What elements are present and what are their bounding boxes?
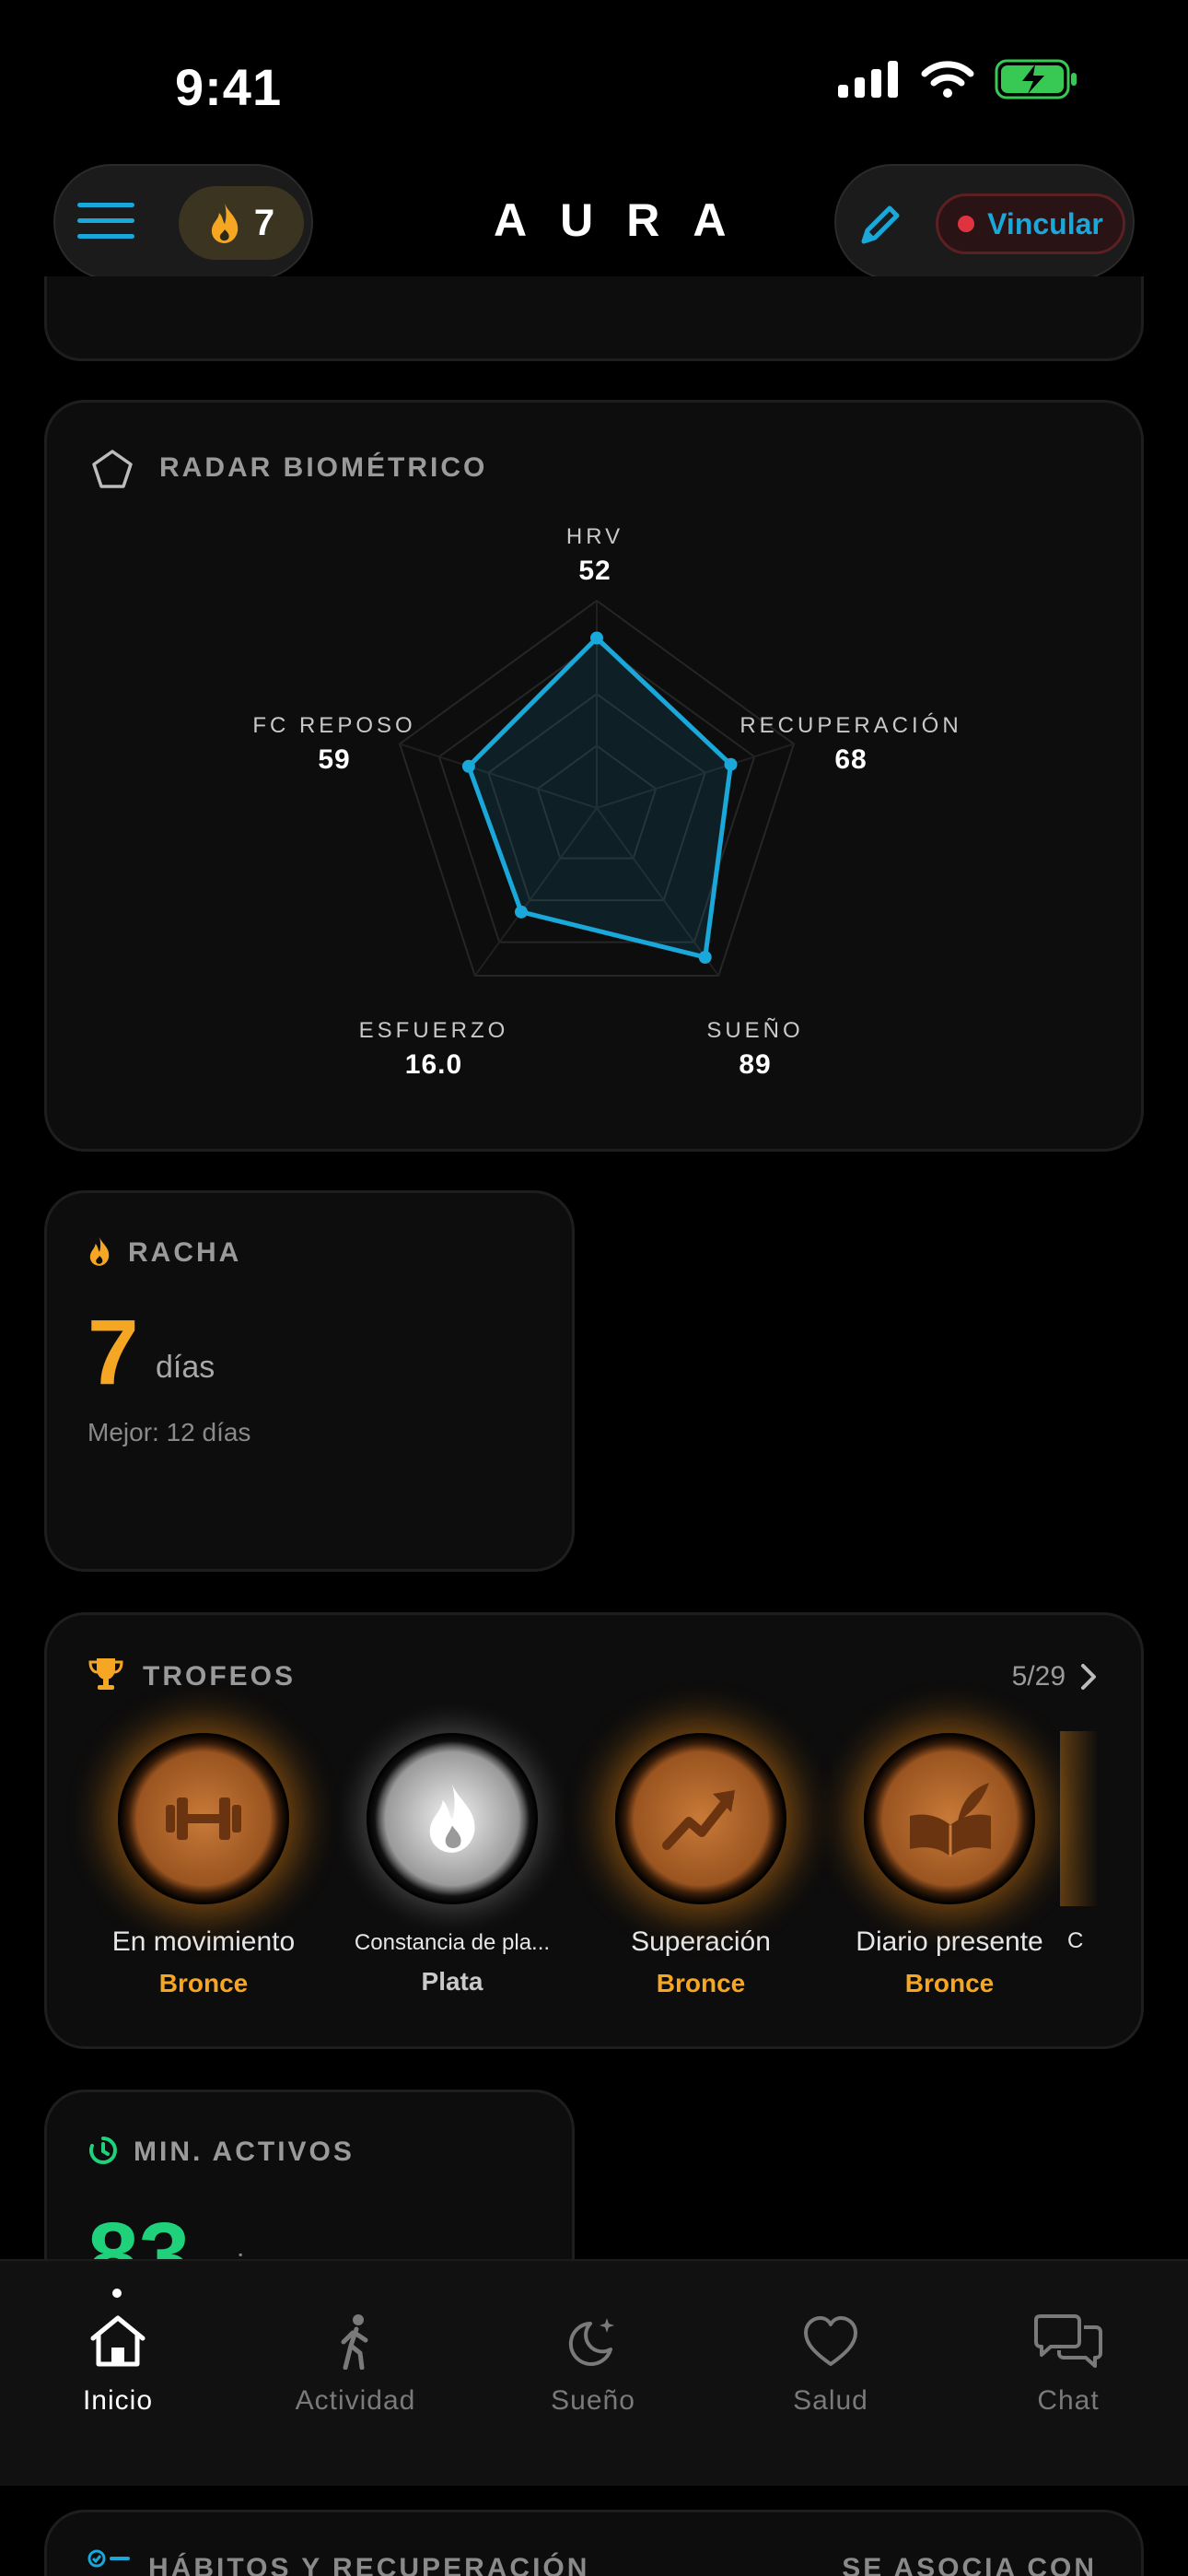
racha-best: Mejor: 12 días (87, 1418, 251, 1446)
trophy-name: Constancia de pla... (354, 1930, 551, 1955)
trophy-tier: Bronce (158, 1969, 249, 1997)
trend-up-icon (662, 1790, 735, 1850)
tab-inicio[interactable]: Inicio (26, 2289, 210, 2417)
tab-actividad[interactable]: Actividad (263, 2313, 448, 2417)
vincular-button[interactable]: Vincular (936, 193, 1125, 254)
radar-card: RADAR BIOMÉTRICO HRV 52 RECUPERACIÓN 68 SU… (44, 400, 1144, 1152)
radar-label-recuperacion: RECUPERACIÓN 68 (740, 713, 962, 775)
tab-chat[interactable]: Chat (976, 2313, 1160, 2417)
radar-series (466, 636, 734, 960)
radar-label-sueno: SUEÑO 89 (706, 1018, 804, 1080)
racha-title: RACHA (128, 1237, 242, 1268)
tab-bar: Inicio Actividad Sueño Salud Chat (0, 2259, 1188, 2486)
bronze-medal (615, 1733, 786, 1904)
streak-count: 7 (253, 202, 275, 243)
vincular-label: Vincular (987, 206, 1103, 240)
wifi-icon (921, 61, 974, 98)
tab-label: Sueño (551, 2385, 635, 2416)
header-left-pill: 7 (53, 164, 313, 280)
trophy-tier: Bronce (904, 1969, 995, 1997)
header-right-pill: Vincular (834, 164, 1135, 280)
radar-label-fc-reposo: FC REPOSO 59 (252, 713, 416, 775)
habitos-title: HÁBITOS Y RECUPERACIÓN (148, 2553, 590, 2576)
trophy-item[interactable]: En movimiento Bronce (84, 1733, 323, 1998)
connection-status-dot (958, 216, 975, 232)
cellular-signal-icon (838, 61, 898, 98)
trophy-name: C (1067, 1928, 1084, 1953)
tab-sueno[interactable]: Sueño (501, 2313, 685, 2417)
checklist-icon (87, 2549, 130, 2568)
battery-charging-icon (995, 59, 1077, 100)
menu-icon[interactable] (77, 203, 134, 241)
active-indicator (112, 2289, 122, 2298)
radar-point (461, 759, 475, 773)
trophy-item[interactable]: Superación Bronce (581, 1733, 821, 1998)
bronze-medal (118, 1733, 289, 1904)
status-icons (838, 59, 1079, 100)
trophy-tier: Plata (421, 1967, 483, 1996)
bronze-medal (864, 1733, 1035, 1904)
tab-label: Actividad (295, 2385, 416, 2416)
silver-medal (367, 1733, 538, 1904)
streak-chip[interactable]: 7 (179, 186, 304, 260)
previous-card (44, 276, 1144, 361)
app-brand: AURA (494, 194, 760, 246)
trophy-name: En movimiento (111, 1926, 296, 1957)
tab-label: Inicio (82, 2385, 154, 2416)
flame-icon (211, 204, 239, 243)
tab-label: Salud (793, 2385, 868, 2416)
tab-label: Chat (1037, 2385, 1100, 2416)
home-icon (90, 2315, 146, 2367)
trophy-item[interactable]: Diario presente Bronce (830, 1733, 1069, 1998)
racha-unit: días (156, 1350, 215, 1385)
radar-label-hrv: HRV 52 (565, 524, 624, 586)
flame-icon (429, 1784, 475, 1853)
trophy-icon (88, 1658, 123, 1690)
trophy-item-clipped[interactable]: C (1060, 1724, 1099, 1991)
walk-icon (341, 2314, 368, 2371)
dumbbell-icon (166, 1797, 241, 1840)
trophy-tier: Bronce (656, 1969, 746, 1997)
bronze-glow (1060, 1731, 1099, 1906)
habitos-right-label: SE ASOCIA CON (842, 2553, 1097, 2576)
radar-chart (398, 599, 796, 978)
chevron-right-icon (1081, 1664, 1096, 1690)
min-activos-title: MIN. ACTIVOS (134, 2137, 355, 2167)
chat-icon (1034, 2314, 1102, 2368)
trofeos-title: TROFEOS (143, 1661, 297, 1692)
habitos-card[interactable]: HÁBITOS Y RECUPERACIÓN SE ASOCIA CON (44, 2510, 1144, 2576)
radar-point (515, 905, 529, 919)
trofeos-card[interactable]: TROFEOS 5/29 En movimiento Bronce Consta… (44, 1612, 1144, 2049)
book-quill-icon (910, 1783, 991, 1856)
tab-salud[interactable]: Salud (739, 2313, 923, 2417)
radar-point (590, 631, 603, 645)
trofeos-count: 5/29 (1011, 1661, 1066, 1692)
racha-value: 7 (87, 1301, 139, 1404)
racha-card[interactable]: RACHA 7 días Mejor: 12 días (44, 1190, 575, 1572)
radar-label-esfuerzo: ESFUERZO 16.0 (358, 1018, 509, 1080)
heart-icon (804, 2316, 857, 2366)
trophy-name: Diario presente (856, 1926, 1043, 1957)
moon-stars-icon (568, 2318, 614, 2366)
status-time: 9:41 (175, 58, 283, 116)
radar-point (698, 951, 712, 965)
trofeos-count-link[interactable]: 5/29 (1012, 1661, 1097, 1692)
flame-icon (89, 1236, 110, 1266)
timer-icon (89, 2137, 117, 2164)
pencil-icon[interactable] (856, 201, 904, 249)
trophy-name: Superación (631, 1926, 771, 1957)
trophy-item[interactable]: Constancia de pla... Plata (332, 1733, 572, 1996)
